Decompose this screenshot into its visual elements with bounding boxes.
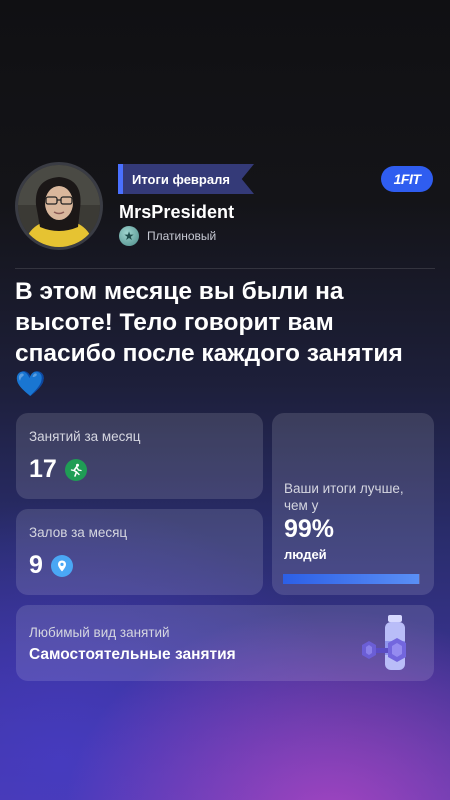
- tier-label: Платиновый: [147, 229, 217, 243]
- favorite-activity-card: Любимый вид занятий Самостоятельные заня…: [16, 605, 434, 681]
- workouts-value-row: 17: [29, 455, 87, 484]
- user-avatar-photo: [18, 165, 100, 247]
- result-progress-bar: [283, 574, 420, 584]
- gyms-value-row: 9: [29, 551, 73, 580]
- favorite-title: Любимый вид занятий: [29, 625, 170, 640]
- result-card: Ваши итоги лучше, чем у 99% людей: [272, 413, 434, 595]
- result-people: людей: [284, 547, 327, 562]
- month-summary-badge: Итоги февраля: [118, 164, 254, 194]
- app-logo: 1FIT: [381, 166, 433, 192]
- gyms-label: Залов за месяц: [29, 525, 128, 540]
- headline: В этом месяце вы были на высоте! Тело го…: [15, 276, 415, 400]
- divider: [15, 268, 435, 269]
- location-pin-icon: [50, 554, 73, 577]
- blue-heart-icon: 💙: [15, 371, 46, 398]
- result-text: Ваши итоги лучше, чем у: [284, 481, 404, 513]
- favorite-value: Самостоятельные занятия: [29, 646, 236, 663]
- workouts-count: 17: [29, 455, 57, 483]
- gyms-count: 9: [29, 551, 43, 579]
- avatar[interactable]: [15, 162, 103, 250]
- headline-text: В этом месяце вы были на высоте! Тело го…: [15, 278, 403, 367]
- workouts-label: Занятий за месяц: [29, 429, 141, 444]
- workouts-card: Занятий за месяц 17: [16, 413, 263, 499]
- gyms-card: Залов за месяц 9: [16, 509, 263, 595]
- result-progress-fill: [283, 574, 419, 584]
- username: MrsPresident: [119, 202, 235, 222]
- dumbbell-bottle-illustration: [362, 615, 406, 670]
- result-percent: 99%: [284, 515, 335, 543]
- running-icon: [64, 458, 87, 481]
- star-icon: ★: [119, 226, 139, 246]
- membership-tier: ★ Платиновый: [119, 226, 216, 246]
